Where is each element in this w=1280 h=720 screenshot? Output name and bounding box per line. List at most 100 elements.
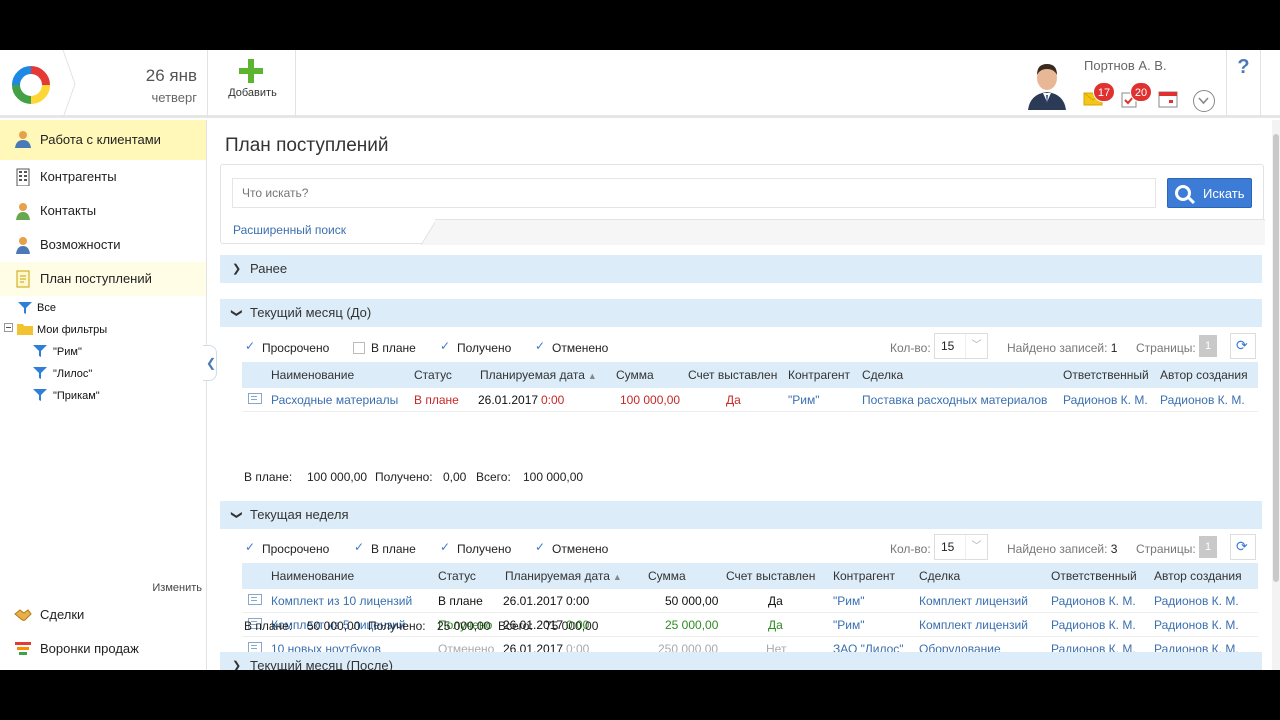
sidebar-section-clients[interactable]: Работа с клиентами: [0, 120, 206, 160]
cell-author[interactable]: Радионов К. М.: [1160, 393, 1245, 407]
cell-invoice: Да: [768, 618, 783, 632]
col-name[interactable]: Наименование: [271, 569, 354, 583]
chevron-down-icon: ﹀: [965, 535, 987, 559]
col-date-label: Планируемая дата: [480, 368, 585, 382]
calendar-button[interactable]: [1158, 90, 1178, 108]
chevron-down-icon: ﹀: [965, 334, 987, 358]
col-status[interactable]: Статус: [438, 569, 476, 583]
search-button[interactable]: Искать: [1167, 178, 1252, 208]
col-counterparty[interactable]: Контрагент: [788, 368, 850, 382]
page-number[interactable]: 1: [1199, 536, 1217, 558]
cell-responsible[interactable]: Радионов К. М.: [1051, 618, 1136, 632]
sidebar-item-income-plan[interactable]: План поступлений: [0, 262, 206, 296]
col-invoice[interactable]: Счет выставлен: [688, 368, 777, 382]
task-notifications[interactable]: 20: [1120, 82, 1152, 108]
mail-notifications[interactable]: 17: [1083, 82, 1115, 108]
cell-invoice: Да: [768, 594, 783, 608]
chevron-right-icon: ❯: [232, 263, 242, 275]
table-row[interactable]: Комплект из 10 лицензий В плане 26.01.20…: [242, 589, 1258, 613]
folder-icon: [17, 324, 33, 335]
filters-current-month-before: Просрочено В плане Получено Отменено Кол…: [244, 333, 1264, 359]
col-status[interactable]: Статус: [414, 368, 452, 382]
row-menu-icon[interactable]: [248, 594, 262, 605]
tree-filter-lilos[interactable]: "Лилос": [53, 368, 92, 380]
col-responsible[interactable]: Ответственный: [1051, 569, 1137, 583]
totals-received-label: Получено:: [368, 619, 426, 633]
sidebar-item-label: Воронки продаж: [40, 641, 139, 656]
date-weekday: четверг: [151, 90, 198, 105]
found-count: 3: [1110, 542, 1118, 556]
cell-invoice: Да: [726, 393, 741, 407]
tree-filter-rim[interactable]: "Рим": [53, 346, 82, 358]
col-author[interactable]: Автор создания: [1154, 569, 1242, 583]
table-row[interactable]: Расходные материалы В плане 26.01.2017 0…: [242, 388, 1258, 412]
cell-deal[interactable]: Комплект лицензий: [919, 594, 1028, 608]
user-avatar[interactable]: [1024, 58, 1070, 110]
row-menu-icon[interactable]: [248, 393, 262, 404]
checkbox-checked-icon: [353, 540, 365, 555]
col-responsible[interactable]: Ответственный: [1063, 368, 1149, 382]
user-menu-toggle[interactable]: [1193, 90, 1215, 112]
col-date[interactable]: Планируемая дата ▲: [480, 368, 597, 382]
add-button[interactable]: Добавить: [209, 50, 296, 118]
opportunity-person-icon: [16, 237, 30, 254]
page-number[interactable]: 1: [1199, 335, 1217, 357]
refresh-button[interactable]: ⟳: [1230, 534, 1256, 560]
col-sum[interactable]: Сумма: [616, 368, 654, 382]
advanced-search-link[interactable]: Расширенный поиск: [233, 223, 346, 237]
section-earlier-header[interactable]: ❯ Ранее: [220, 255, 1262, 283]
date-block: 26 янв четверг: [76, 50, 208, 118]
main-scrollbar[interactable]: [1272, 120, 1280, 670]
section-current-week-header[interactable]: ❯ Текущая неделя: [220, 501, 1262, 529]
cell-deal[interactable]: Поставка расходных материалов: [862, 393, 1047, 407]
col-sum[interactable]: Сумма: [648, 569, 686, 583]
cell-name[interactable]: Расходные материалы: [271, 393, 398, 407]
user-name[interactable]: Портнов А. В.: [1084, 58, 1167, 73]
cell-deal[interactable]: Комплект лицензий: [919, 618, 1028, 632]
sidebar-item-opportunities[interactable]: Возможности: [0, 228, 206, 262]
col-deal[interactable]: Сделка: [919, 569, 960, 583]
cell-name[interactable]: Комплект из 10 лицензий: [271, 594, 412, 608]
table-header: Наименование Статус Планируемая дата ▲ Су…: [242, 362, 1258, 388]
refresh-button[interactable]: ⟳: [1230, 333, 1256, 359]
section-current-month-after-header[interactable]: ❯ Текущий месяц (После): [220, 652, 1262, 670]
filter-label: Получено: [457, 542, 512, 556]
cell-responsible[interactable]: Радионов К. М.: [1063, 393, 1148, 407]
cell-author[interactable]: Радионов К. М.: [1154, 594, 1239, 608]
scrollbar-thumb[interactable]: [1273, 134, 1279, 582]
col-deal[interactable]: Сделка: [862, 368, 903, 382]
totals-received: 25 000,00: [437, 619, 491, 633]
sidebar-item-label: Контакты: [40, 203, 97, 218]
tree-item-all[interactable]: Все: [37, 302, 56, 314]
edit-filters-link[interactable]: Изменить: [152, 582, 202, 594]
col-counterparty[interactable]: Контрагент: [833, 569, 895, 583]
sidebar-item-sales-funnels[interactable]: Воронки продаж: [0, 632, 206, 666]
col-author[interactable]: Автор создания: [1160, 368, 1248, 382]
search-input[interactable]: [232, 178, 1156, 208]
filter-label: Отменено: [552, 542, 609, 556]
tree-item-my-filters[interactable]: Мои фильтры: [37, 324, 107, 336]
cell-responsible[interactable]: Радионов К. М.: [1051, 594, 1136, 608]
tree-collapse-icon[interactable]: [4, 322, 18, 334]
col-date[interactable]: Планируемая дата ▲: [505, 569, 622, 583]
cell-counterparty[interactable]: "Рим": [833, 594, 864, 608]
col-invoice[interactable]: Счет выставлен: [726, 569, 815, 583]
sidebar-item-contacts[interactable]: Контакты: [0, 194, 206, 228]
qty-select[interactable]: 15 ﹀: [934, 333, 988, 359]
tree-filter-prikam[interactable]: "Прикам": [53, 390, 100, 402]
cell-author[interactable]: Радионов К. М.: [1154, 618, 1239, 632]
contact-person-icon: [16, 203, 30, 220]
plus-icon: [239, 59, 263, 83]
cell-status: В плане: [414, 393, 459, 407]
section-current-month-before-header[interactable]: ❯ Текущий месяц (До): [220, 299, 1262, 327]
sidebar-item-counterparties[interactable]: Контрагенты: [0, 160, 206, 194]
qty-select[interactable]: 15 ﹀: [934, 534, 988, 560]
col-name[interactable]: Наименование: [271, 368, 354, 382]
found-count: 1: [1110, 341, 1118, 355]
help-button[interactable]: ?: [1226, 50, 1261, 118]
cell-counterparty[interactable]: "Рим": [833, 618, 864, 632]
sidebar-item-label: Контрагенты: [40, 169, 117, 184]
filter-label: Просрочено: [262, 542, 330, 556]
sidebar-item-deals[interactable]: Сделки: [0, 598, 206, 632]
cell-counterparty[interactable]: "Рим": [788, 393, 819, 407]
